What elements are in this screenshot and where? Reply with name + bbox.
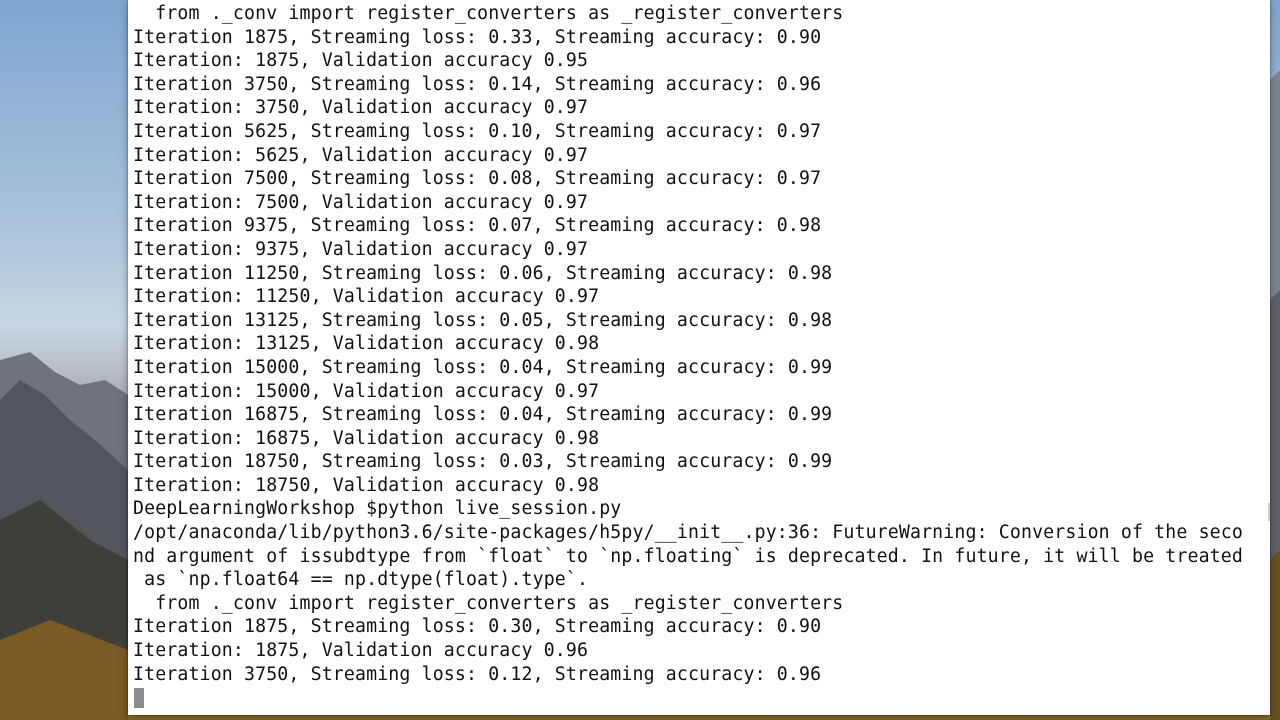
terminal-line: Iteration 18750, Streaming loss: 0.03, S… (133, 451, 833, 473)
terminal-line: Iteration 11250, Streaming loss: 0.06, S… (133, 262, 833, 284)
terminal-line: Iteration: 7500, Validation accuracy 0.9… (133, 191, 589, 213)
terminal-line: Iteration 15000, Streaming loss: 0.04, S… (133, 356, 833, 378)
terminal-line: Iteration: 13125, Validation accuracy 0.… (133, 333, 600, 355)
terminal-line: Iteration 3750, Streaming loss: 0.14, St… (133, 73, 822, 95)
terminal-line: Iteration: 11250, Validation accuracy 0.… (133, 286, 600, 308)
terminal-output: from ._conv import register_converters a… (133, 2, 1266, 715)
terminal-line: from ._conv import register_converters a… (133, 592, 844, 614)
terminal-line: Iteration 9375, Streaming loss: 0.07, St… (133, 215, 822, 237)
terminal-line: Iteration: 1875, Validation accuracy 0.9… (133, 640, 589, 662)
terminal-line: Iteration 16875, Streaming loss: 0.04, S… (133, 404, 833, 426)
terminal-line: from ._conv import register_converters a… (133, 3, 844, 24)
terminal-line: Iteration 1875, Streaming loss: 0.30, St… (133, 616, 822, 638)
text-cursor (134, 688, 144, 709)
warning-line: /opt/anaconda/lib/python3.6/site-package… (133, 522, 1243, 544)
scrollbar[interactable] (1268, 503, 1270, 521)
terminal-line: Iteration: 1875, Validation accuracy 0.9… (133, 50, 589, 72)
terminal-line: Iteration 7500, Streaming loss: 0.08, St… (133, 168, 822, 190)
warning-line: as `np.float64 == np.dtype(float).type`. (133, 569, 589, 591)
input-line[interactable] (133, 686, 1266, 710)
terminal-line: Iteration: 15000, Validation accuracy 0.… (133, 380, 600, 402)
shell-prompt-line: DeepLearningWorkshop $python live_sessio… (133, 498, 622, 520)
terminal-line: Iteration 5625, Streaming loss: 0.10, St… (133, 120, 822, 142)
terminal-line: Iteration 1875, Streaming loss: 0.33, St… (133, 26, 822, 48)
terminal-line: Iteration: 9375, Validation accuracy 0.9… (133, 238, 589, 260)
terminal-line: Iteration: 16875, Validation accuracy 0.… (133, 427, 600, 449)
terminal-window[interactable]: from ._conv import register_converters a… (128, 0, 1270, 715)
terminal-line: Iteration: 5625, Validation accuracy 0.9… (133, 144, 589, 166)
terminal-line: Iteration 13125, Streaming loss: 0.05, S… (133, 309, 833, 331)
warning-line: nd argument of issubdtype from `float` t… (133, 545, 1243, 567)
terminal-line: Iteration: 18750, Validation accuracy 0.… (133, 474, 600, 496)
terminal-line: Iteration 3750, Streaming loss: 0.12, St… (133, 663, 822, 685)
terminal-line: Iteration: 3750, Validation accuracy 0.9… (133, 97, 589, 119)
